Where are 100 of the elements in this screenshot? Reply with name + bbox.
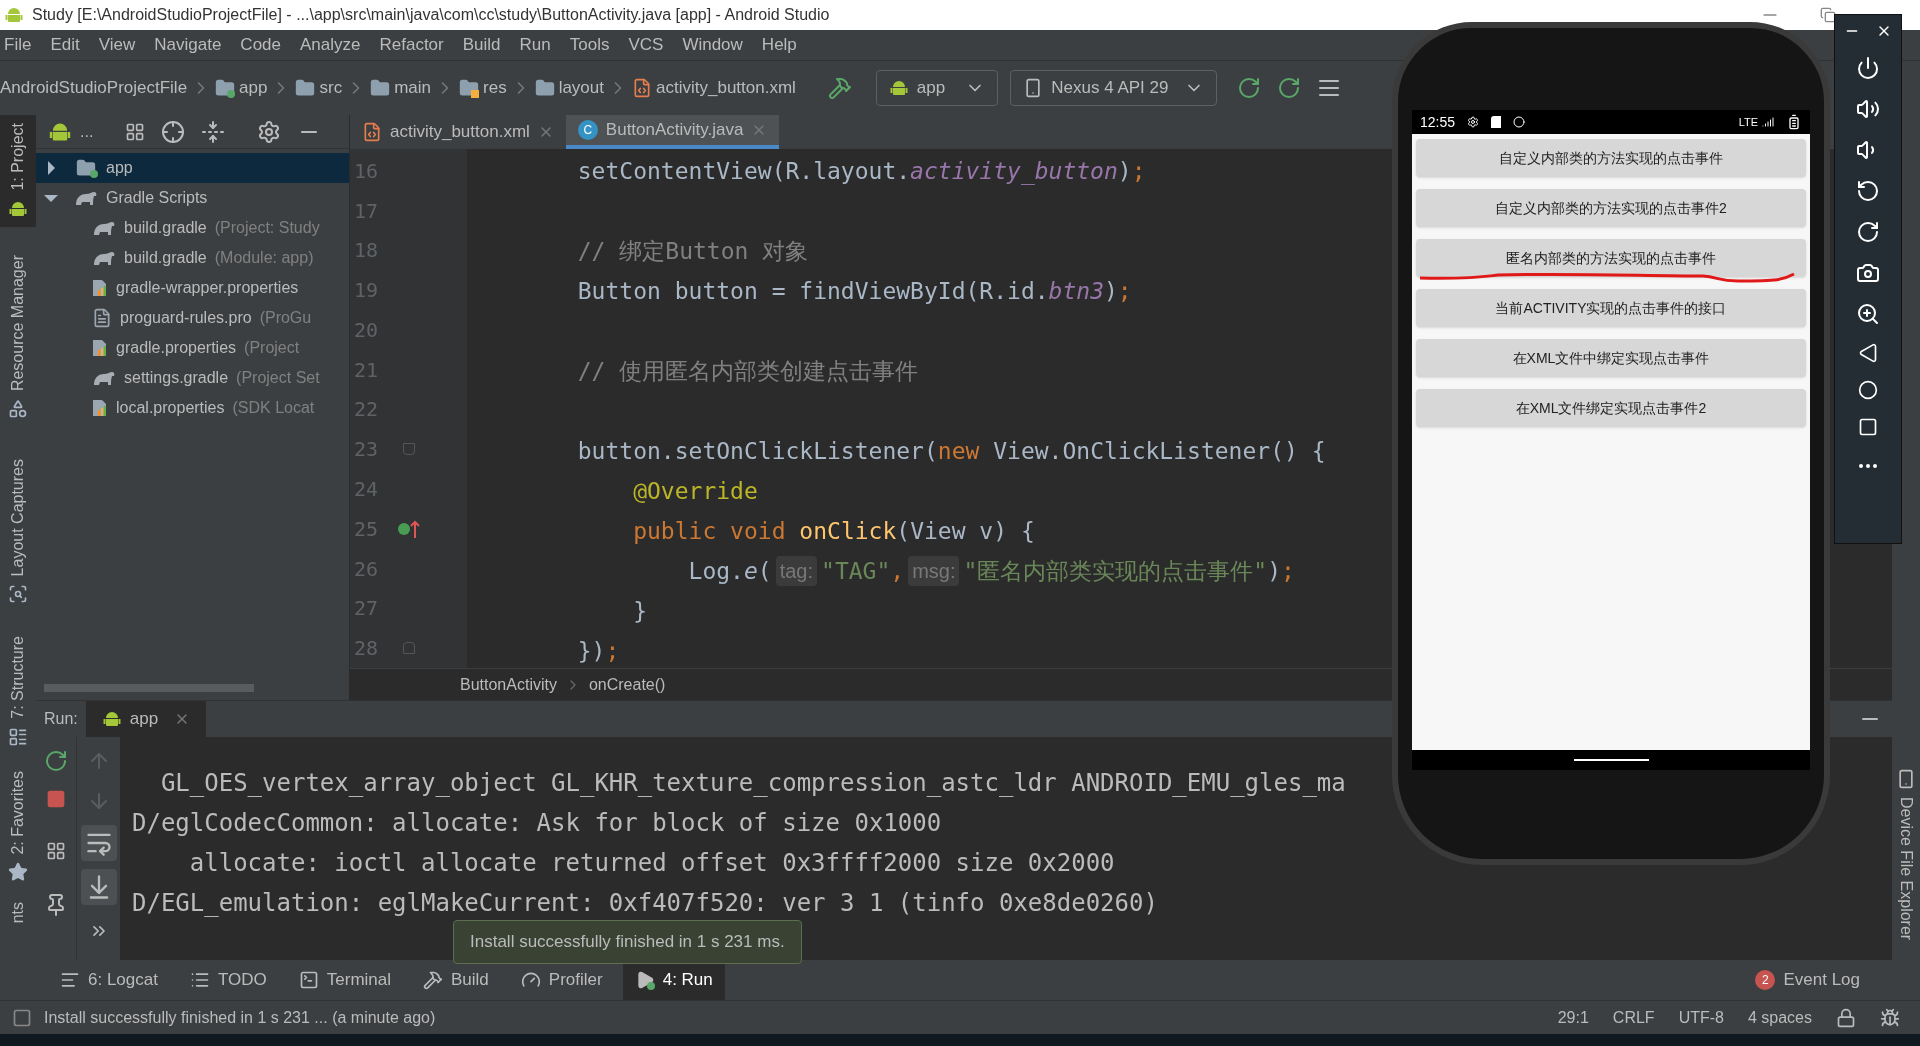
breadcrumb[interactable]: main	[370, 75, 431, 101]
overview-icon[interactable]	[1858, 417, 1878, 437]
rotate-right-icon[interactable]	[1856, 220, 1880, 244]
tool-window-button[interactable]: Terminal	[286, 960, 403, 1000]
breadcrumb[interactable]: src	[295, 75, 343, 101]
apply-code-changes-icon[interactable]	[1277, 76, 1302, 100]
settings-icon	[1467, 116, 1480, 128]
crosshair-icon[interactable]	[161, 119, 186, 144]
file-name: gradle-wrapper.properties	[116, 278, 299, 298]
menu-item[interactable]: Navigate	[154, 32, 222, 58]
volume-up-icon[interactable]	[1856, 97, 1880, 121]
lock-icon[interactable]	[1836, 1007, 1856, 1028]
rotate-left-icon[interactable]	[1856, 179, 1880, 203]
run-tab[interactable]: app	[85, 701, 207, 737]
menu-item[interactable]: Tools	[569, 32, 610, 58]
breadcrumb[interactable]: onCreate()	[588, 672, 666, 697]
file-name: gradle.properties	[116, 338, 237, 358]
breadcrumb[interactable]: ButtonActivity	[460, 672, 557, 697]
breadcrumb[interactable]: layout	[534, 75, 604, 101]
layout-icon[interactable]	[46, 841, 66, 861]
panel-toggle-icon[interactable]	[12, 1007, 32, 1028]
camera-icon[interactable]	[1856, 261, 1880, 285]
event-log-button[interactable]: 2 Event Log	[1755, 967, 1860, 993]
breadcrumb[interactable]: activity_button.xml	[632, 75, 796, 101]
resource-folder-icon	[459, 78, 479, 98]
tool-window-tab[interactable]: Resource Manager	[0, 246, 36, 427]
menu-item[interactable]: Refactor	[379, 32, 444, 58]
app-button[interactable]: 当前ACTIVITY实现的点击事件的接口	[1416, 289, 1806, 327]
tool-window-button[interactable]: TODO	[177, 960, 279, 1000]
code-line: Button button = findViewById(R.id.btn3);	[576, 276, 1132, 306]
run-config-dropdown[interactable]: app	[875, 70, 999, 106]
breadcrumb[interactable]: app	[215, 75, 268, 101]
app-button[interactable]: 匿名内部类的方法实现的点击事件	[1416, 239, 1806, 277]
menu-item[interactable]: Run	[519, 32, 551, 58]
tool-window-tab[interactable]: Layout Captures	[0, 450, 36, 613]
app-button[interactable]: 在XML文件绑定实现点击事件2	[1416, 389, 1806, 427]
tree-item[interactable]: app	[36, 153, 349, 183]
tool-window-tab[interactable]: 7: Structure	[0, 628, 36, 755]
tree-item[interactable]: proguard-rules.pro (ProGu	[36, 303, 349, 333]
menu-item[interactable]: Help	[761, 32, 797, 58]
cursor-position[interactable]: 29:1	[1557, 1005, 1589, 1030]
file-name: proguard-rules.pro	[120, 308, 252, 328]
rerun-icon[interactable]	[44, 749, 68, 773]
app-button[interactable]: 自定义内部类的方法实现的点击事件	[1416, 139, 1806, 177]
stop-icon[interactable]	[46, 789, 66, 809]
battery-icon	[1786, 114, 1802, 130]
apply-changes-icon[interactable]	[1237, 76, 1262, 100]
back-icon[interactable]	[1858, 343, 1878, 363]
code-line: });	[576, 636, 620, 666]
view-selector[interactable]: ...	[80, 119, 94, 144]
menu-item[interactable]: Edit	[50, 32, 80, 58]
tree-item[interactable]: gradle.properties (Project	[36, 333, 349, 363]
zoom-icon[interactable]	[1856, 302, 1880, 326]
menu-item[interactable]: Analyze	[300, 32, 361, 58]
breadcrumb[interactable]: res	[459, 75, 507, 101]
tree-item[interactable]: settings.gradle (Project Set	[36, 363, 349, 393]
tool-window-tab[interactable]: 2: Favorites	[0, 762, 36, 891]
encoding-selector[interactable]: UTF-8	[1678, 1005, 1724, 1030]
options-icon[interactable]	[125, 121, 146, 142]
app-button[interactable]: 在XML文件中绑定实现点击事件	[1416, 339, 1806, 377]
tree-item[interactable]: gradle-wrapper.properties	[36, 273, 349, 303]
menu-item[interactable]: Window	[682, 32, 743, 58]
app-button[interactable]: 自定义内部类的方法实现的点击事件2	[1416, 189, 1806, 227]
tool-window-tab[interactable]: 1: Project	[0, 115, 36, 227]
hammer-icon[interactable]	[827, 76, 852, 100]
tree-item[interactable]: Gradle Scripts	[36, 183, 349, 213]
elephant-icon	[92, 370, 116, 386]
soft-wrap-icon[interactable]	[80, 825, 117, 861]
status-message: Install successfully finished in 1 s 231 ... (a minute ago)	[44, 1007, 436, 1028]
elephant-icon	[92, 220, 116, 236]
file-name: Gradle Scripts	[106, 188, 208, 208]
editor-tab[interactable]: activity_button.xml	[350, 115, 566, 149]
notification-tooltip: Install successfully finished in 1 s 231 ms.	[453, 920, 802, 964]
tool-window-tab[interactable]: Device File Explorer	[1894, 796, 1918, 940]
inspector-icon[interactable]	[1880, 1007, 1900, 1028]
tree-item[interactable]: build.gradle (Project: Study	[36, 213, 349, 243]
menu-item[interactable]: VCS	[628, 32, 664, 58]
scroll-to-end-icon[interactable]	[80, 869, 117, 905]
menu-item[interactable]: View	[98, 32, 136, 58]
settings-icon[interactable]	[257, 119, 282, 144]
panel-title: Run:	[43, 709, 79, 729]
restore-icon[interactable]	[1820, 7, 1836, 23]
folder-icon	[370, 78, 391, 98]
line-ending-selector[interactable]: CRLF	[1612, 1005, 1655, 1030]
breadcrumb[interactable]: AndroidStudioProjectFile	[0, 75, 188, 101]
indent-selector[interactable]: 4 spaces	[1747, 1005, 1812, 1030]
menu-item[interactable]: Build	[462, 32, 501, 58]
device-dropdown[interactable]: Nexus 4 API 29	[1010, 70, 1218, 106]
console-line: D/EGL_emulation: eglMakeCurrent: 0xf407f520: ver 3 1 (tinfo 0xe8de0260)	[132, 888, 1158, 919]
home-icon[interactable]	[1858, 380, 1878, 400]
file-hint: (Project	[244, 338, 300, 358]
tree-item[interactable]: local.properties (SDK Locat	[36, 393, 349, 423]
menu-item[interactable]: Code	[240, 32, 281, 58]
tool-window-tab[interactable]: nts	[0, 894, 36, 932]
tool-window-button[interactable]: 6: Logcat	[48, 960, 170, 1000]
menu-item[interactable]: File	[4, 32, 32, 58]
tree-item[interactable]: build.gradle (Module: app)	[36, 243, 349, 273]
editor-tab[interactable]: C ButtonActivity.java	[565, 115, 780, 149]
collapse-icon[interactable]	[201, 119, 226, 144]
power-icon[interactable]	[1856, 56, 1880, 80]
